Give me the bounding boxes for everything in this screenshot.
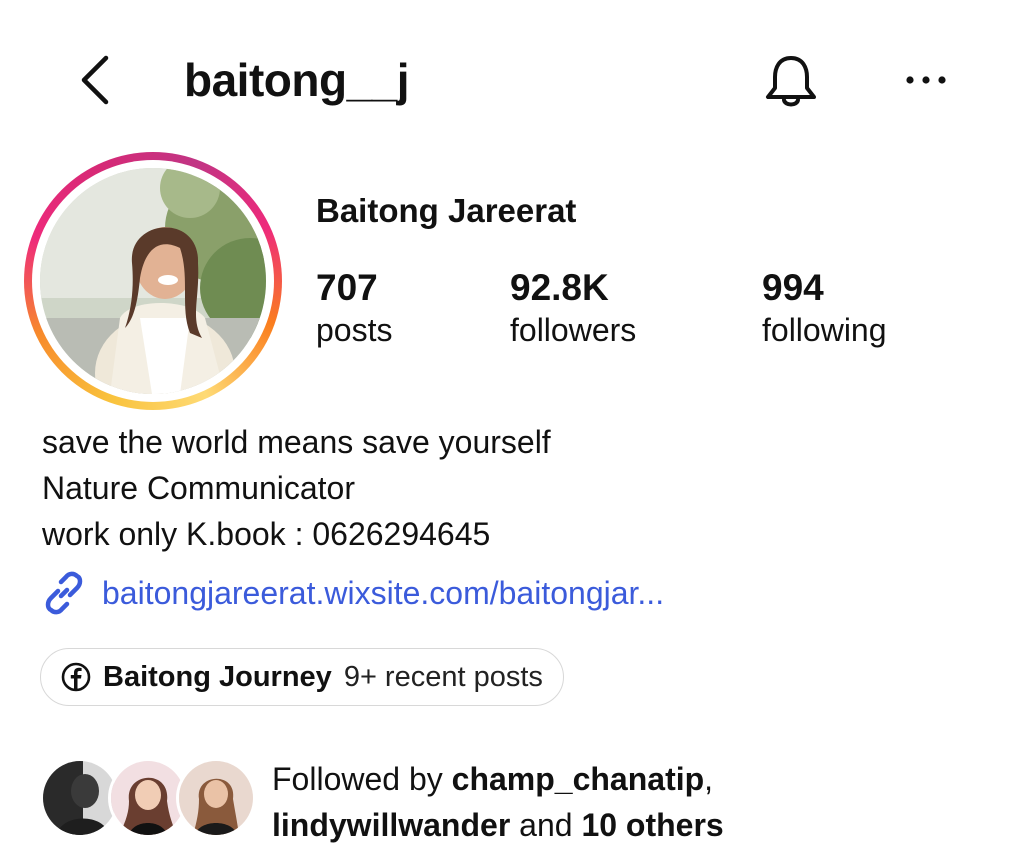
followed-by-text[interactable]: Followed by champ_chanatip, lindywillwan… <box>272 756 724 848</box>
bio-link[interactable]: baitongjareerat.wixsite.com/baitongjar..… <box>40 568 664 618</box>
followers-label: followers <box>510 312 637 348</box>
followers-stat[interactable]: 92.8K followers <box>510 266 636 350</box>
mutual-user-1: champ_chanatip <box>451 761 705 797</box>
bio-line: work only K.book : 0626294645 <box>42 516 491 552</box>
mutual-user-2: lindywillwander <box>272 807 511 843</box>
posts-label: posts <box>316 312 393 348</box>
followers-count: 92.8K <box>510 267 609 308</box>
more-horizontal-icon <box>906 76 946 84</box>
link-icon <box>45 571 83 615</box>
following-count: 994 <box>762 267 824 308</box>
mutual-follower-avatar[interactable] <box>176 758 256 838</box>
chevron-left-icon <box>81 55 109 105</box>
followed-by-and: and <box>510 807 582 843</box>
facebook-page-meta: 9+ recent posts <box>343 660 543 693</box>
following-stat[interactable]: 994 following <box>762 266 887 350</box>
back-button[interactable] <box>72 50 122 110</box>
following-label: following <box>762 312 887 348</box>
bio-link-text: baitongjareerat.wixsite.com/baitongjar..… <box>102 575 665 611</box>
profile-display-name: Baitong Jareerat <box>316 192 577 229</box>
avatar-photo <box>40 168 266 394</box>
followed-by-prefix: Followed by <box>272 761 452 797</box>
avatar-inner-border <box>32 160 274 402</box>
notifications-button[interactable] <box>760 50 822 112</box>
posts-stat[interactable]: 707 posts <box>316 266 392 350</box>
facebook-page-button[interactable]: Baitong Journey 9+ recent posts <box>40 648 564 706</box>
facebook-page-name: Baitong Journey <box>103 660 332 693</box>
posts-count: 707 <box>316 267 378 308</box>
profile-username: baitong__j <box>184 54 410 106</box>
followed-by-sep: , <box>704 761 714 797</box>
bio-line: Nature Communicator <box>42 470 355 506</box>
mutual-others-count: 10 others <box>581 807 724 843</box>
bell-icon <box>766 56 816 107</box>
more-options-button[interactable] <box>896 58 956 102</box>
profile-avatar[interactable] <box>24 152 282 410</box>
facebook-icon <box>61 662 91 692</box>
bio-line: save the world means save yourself <box>42 424 551 460</box>
